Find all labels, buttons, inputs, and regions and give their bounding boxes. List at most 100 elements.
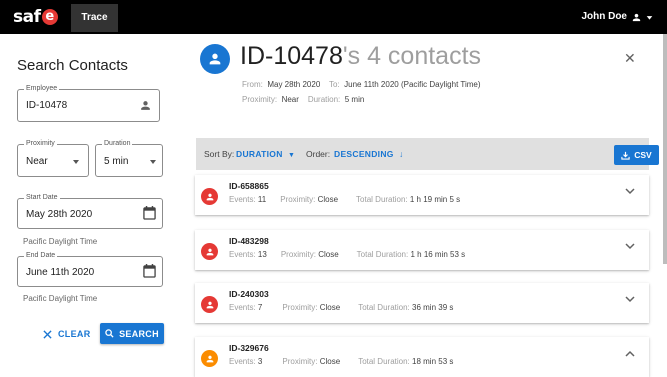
duration-label: Duration bbox=[102, 139, 133, 149]
person-icon bbox=[206, 355, 213, 362]
date-range: From: May 28th 2020 To: June 11th 2020 (… bbox=[242, 80, 481, 89]
events-label: Events: bbox=[229, 250, 256, 259]
contact-avatar bbox=[201, 296, 218, 313]
order-toggle[interactable]: DESCENDING ↓ bbox=[334, 138, 404, 170]
calendar-icon[interactable] bbox=[143, 264, 156, 278]
proximity-select[interactable]: Proximity Near bbox=[17, 139, 89, 177]
sort-toolbar: Sort By: DURATION ▼ Order: DESCENDING ↓ … bbox=[196, 138, 659, 170]
person-icon bbox=[141, 101, 150, 110]
proximity-meta-label: Proximity: bbox=[242, 95, 278, 104]
search-icon bbox=[105, 329, 114, 338]
proximity-label: Proximity: bbox=[282, 357, 318, 366]
total-duration-label: Total Duration: bbox=[358, 357, 410, 366]
sidebar-title: Search Contacts bbox=[17, 57, 128, 74]
page-title: ID-10478's 4 contacts bbox=[240, 42, 481, 71]
total-duration-label: Total Duration: bbox=[358, 303, 410, 312]
start-date-field[interactable]: Start Date May 28th 2020 bbox=[17, 193, 163, 229]
total-duration-label: Total Duration: bbox=[356, 250, 409, 259]
caret-down-icon bbox=[646, 15, 653, 20]
contact-summary: Events: 3 Proximity: Close Total Duration:… bbox=[229, 357, 453, 366]
events-label: Events: bbox=[229, 303, 256, 312]
duration-meta-label: Duration: bbox=[307, 95, 341, 104]
events-value: 13 bbox=[257, 250, 267, 259]
proximity-value: Close bbox=[317, 195, 339, 204]
contact-avatar bbox=[201, 243, 218, 260]
search-button[interactable]: SEARCH bbox=[100, 323, 164, 344]
caret-down-icon: ▼ bbox=[287, 152, 296, 159]
start-date-label: Start Date bbox=[24, 193, 60, 203]
user-menu[interactable]: John Doe bbox=[581, 0, 653, 34]
end-date-value: June 11th 2020 bbox=[26, 267, 95, 278]
download-icon bbox=[621, 151, 630, 160]
employee-field[interactable]: Employee ID-10478 bbox=[17, 84, 160, 122]
from-label: From: bbox=[242, 80, 263, 89]
proximity-label: Proximity bbox=[24, 139, 57, 149]
events-value: 7 bbox=[257, 303, 263, 312]
search-sidebar: Search Contacts Employee ID-10478 Proxim… bbox=[0, 34, 175, 367]
person-icon bbox=[632, 13, 641, 21]
contact-summary: Events: 13 Proximity: Close Total Duration… bbox=[229, 250, 465, 259]
proximity-value: Close bbox=[319, 303, 341, 312]
person-icon bbox=[209, 53, 221, 65]
tab-trace[interactable]: Trace bbox=[71, 4, 118, 32]
chevron-up-icon[interactable] bbox=[625, 349, 635, 360]
clear-button[interactable]: CLEAR bbox=[43, 324, 93, 344]
close-icon bbox=[43, 329, 52, 339]
sort-value: DURATION bbox=[236, 149, 283, 159]
scrollbar[interactable] bbox=[663, 34, 667, 264]
contact-id: ID-658865 bbox=[229, 181, 269, 191]
proximity-label: Proximity: bbox=[280, 195, 316, 204]
csv-label: CSV bbox=[634, 150, 652, 160]
contact-card[interactable]: ID-658865 Events: 11 Proximity: Close Total… bbox=[195, 175, 649, 215]
proximity-value: Close bbox=[318, 250, 339, 259]
contact-summary: Events: 7 Proximity: Close Total Duration:… bbox=[229, 303, 453, 312]
employee-label: Employee bbox=[24, 84, 60, 94]
total-duration-value: 36 min 39 s bbox=[412, 303, 454, 312]
person-icon bbox=[206, 193, 213, 200]
chevron-down-icon[interactable] bbox=[625, 295, 635, 306]
from-value: May 28th 2020 bbox=[267, 80, 321, 89]
events-label: Events: bbox=[229, 195, 256, 204]
to-value: June 11th 2020 (Pacific Daylight Time) bbox=[344, 80, 481, 89]
chevron-down-icon[interactable] bbox=[625, 187, 635, 198]
contact-card[interactable]: ID-483298 Events: 13 Proximity: Close Total… bbox=[195, 230, 649, 270]
events-value: 11 bbox=[257, 195, 267, 204]
page-title-id: ID-10478 bbox=[240, 42, 343, 70]
proximity-value: Near bbox=[26, 156, 48, 167]
events-value: 3 bbox=[257, 357, 263, 366]
contact-avatar bbox=[201, 350, 218, 367]
start-date-value: May 28th 2020 bbox=[26, 209, 93, 220]
end-date-field[interactable]: End Date June 11th 2020 bbox=[17, 251, 163, 287]
contact-id: ID-329676 bbox=[229, 343, 269, 353]
page-title-suffix: 's 4 contacts bbox=[342, 42, 482, 70]
contact-id: ID-483298 bbox=[229, 236, 269, 246]
proximity-label: Proximity: bbox=[282, 303, 318, 312]
events-label: Events: bbox=[229, 357, 256, 366]
person-icon bbox=[206, 248, 213, 255]
end-date-timezone: Pacific Daylight Time bbox=[23, 294, 98, 303]
contact-summary: Events: 11 Proximity: Close Total Duration… bbox=[229, 195, 460, 204]
sort-select[interactable]: DURATION ▼ bbox=[236, 138, 295, 170]
close-icon[interactable]: ✕ bbox=[624, 50, 636, 67]
contacts-panel: ID-10478's 4 contacts From: May 28th 202… bbox=[175, 34, 667, 377]
order-value: DESCENDING bbox=[334, 149, 394, 159]
employee-value: ID-10478 bbox=[26, 100, 68, 111]
proximity-meta-value: Near bbox=[281, 95, 299, 104]
duration-value: 5 min bbox=[104, 156, 129, 167]
total-duration-value: 1 h 19 min 5 s bbox=[409, 195, 461, 204]
proximity-value: Close bbox=[319, 357, 341, 366]
safe-logo[interactable]: saf e bbox=[13, 7, 58, 27]
csv-download-button[interactable]: CSV bbox=[614, 145, 659, 165]
total-duration-value: 1 h 16 min 53 s bbox=[410, 250, 466, 259]
order-label: Order: bbox=[306, 149, 331, 159]
total-duration-label: Total Duration: bbox=[356, 195, 408, 204]
contact-card[interactable]: ID-240303 Events: 7 Proximity: Close Total … bbox=[195, 283, 649, 323]
duration-select[interactable]: Duration 5 min bbox=[95, 139, 163, 177]
contact-card[interactable]: ID-329676 Events: 3 Proximity: Close Total … bbox=[195, 337, 649, 377]
employee-avatar bbox=[200, 44, 230, 74]
calendar-icon[interactable] bbox=[143, 206, 156, 220]
duration-meta-value: 5 min bbox=[344, 95, 365, 104]
chevron-down-icon[interactable] bbox=[625, 242, 635, 253]
search-criteria: Proximity: Near Duration: 5 min bbox=[242, 95, 364, 104]
contact-id: ID-240303 bbox=[229, 289, 269, 299]
